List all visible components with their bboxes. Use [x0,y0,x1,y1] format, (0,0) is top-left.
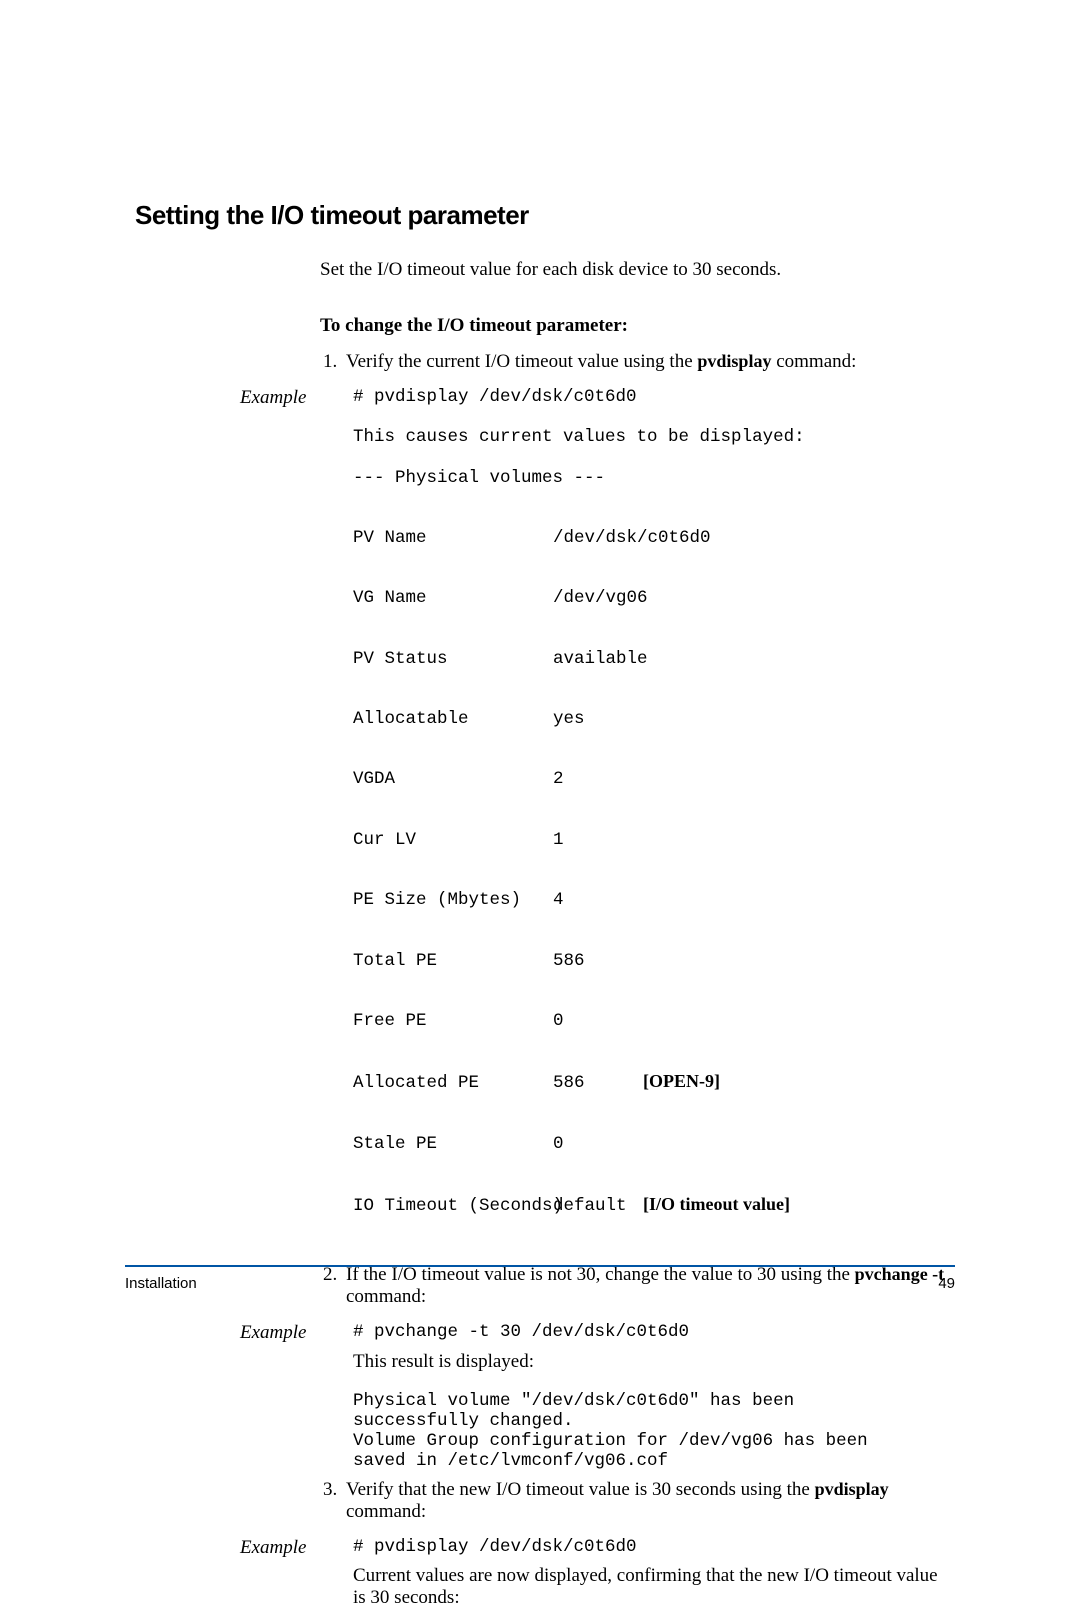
example-1-note: This causes current values to be display… [353,427,955,447]
pvdisplay-header: --- Physical volumes --- [353,468,955,488]
pvout-row: Allocated PE586[OPEN-9] [353,1071,955,1093]
example-1-command: # pvdisplay /dev/dsk/c0t6d0 [353,387,955,407]
pvout-key: Allocated PE [353,1073,553,1093]
section-title: Setting the I/O timeout parameter [135,200,955,231]
pvout-val: 0 [553,1134,643,1154]
pvdisplay-output: PV Name/dev/dsk/c0t6d0 VG Name/dev/vg06 … [353,488,955,1257]
pvout-row: PV Statusavailable [353,649,955,669]
spacer [353,407,955,427]
pvout-annot: [I/O timeout value] [643,1194,790,1215]
pvout-val: yes [553,709,643,729]
pvout-key: Allocatable [353,709,553,729]
pvout-key: VG Name [353,588,553,608]
pvout-key: Cur LV [353,830,553,850]
footer-rule [125,1265,955,1267]
pvout-key: Free PE [353,1011,553,1031]
pvout-row: Total PE586 [353,951,955,971]
pvout-key: VGDA [353,769,553,789]
pvout-val: default [553,1196,643,1216]
pvout-key: Stale PE [353,1134,553,1154]
pvout-row: IO Timeout (Seconds)default[I/O timeout … [353,1194,955,1216]
footer-section-name: Installation [125,1275,197,1292]
example-label-2: Example [240,1322,306,1344]
step-1-post: command: [771,351,856,372]
pvout-row: PE Size (Mbytes)4 [353,890,955,910]
pvout-key: IO Timeout (Seconds) [353,1196,553,1216]
footer-page-number: 49 [938,1275,955,1292]
step-1-pre: Verify the current I/O timeout value usi… [346,351,697,372]
example-3-note: Current values are now displayed, confir… [353,1565,955,1609]
pvout-row: Allocatableyes [353,709,955,729]
pvout-val: /dev/dsk/c0t6d0 [553,528,643,548]
step-1: Verify the current I/O timeout value usi… [342,351,955,373]
pvout-row: VGDA2 [353,769,955,789]
step-3-cmd: pvdisplay [815,1479,889,1499]
pvout-row: VG Name/dev/vg06 [353,588,955,608]
pvout-row: Stale PE0 [353,1134,955,1154]
pvout-key: PE Size (Mbytes) [353,890,553,910]
step-3-post: command: [346,1501,426,1522]
procedure-heading: To change the I/O timeout parameter: [320,315,955,337]
pvout-val: 1 [553,830,643,850]
pvout-annot: [OPEN-9] [643,1071,720,1092]
pvout-row: Free PE0 [353,1011,955,1031]
pvout-val: 586 [553,951,643,971]
pvout-val: available [553,649,643,669]
pvout-key: PV Name [353,528,553,548]
example-2-note: This result is displayed: [353,1351,955,1373]
example-2-output: Physical volume "/dev/dsk/c0t6d0" has be… [353,1391,955,1472]
pvout-val: 2 [553,769,643,789]
pvout-key: PV Status [353,649,553,669]
pvout-val: 4 [553,890,643,910]
example-label-3: Example [240,1537,306,1559]
step-3-pre: Verify that the new I/O timeout value is… [346,1479,815,1500]
intro-paragraph: Set the I/O timeout value for each disk … [320,259,955,281]
example-label-1: Example [240,387,306,409]
page-footer: Installation 49 [125,1265,955,1292]
pvout-val: 0 [553,1011,643,1031]
pvout-row: Cur LV1 [353,830,955,850]
pvout-key: Total PE [353,951,553,971]
step-3: Verify that the new I/O timeout value is… [342,1479,955,1523]
pvout-val: /dev/vg06 [553,588,643,608]
spacer [353,447,955,467]
pvout-val: 586 [553,1073,643,1093]
example-2-command: # pvchange -t 30 /dev/dsk/c0t6d0 [353,1322,955,1342]
step-1-cmd: pvdisplay [697,351,771,371]
example-3-command: # pvdisplay /dev/dsk/c0t6d0 [353,1537,955,1557]
pvout-row: PV Name/dev/dsk/c0t6d0 [353,528,955,548]
